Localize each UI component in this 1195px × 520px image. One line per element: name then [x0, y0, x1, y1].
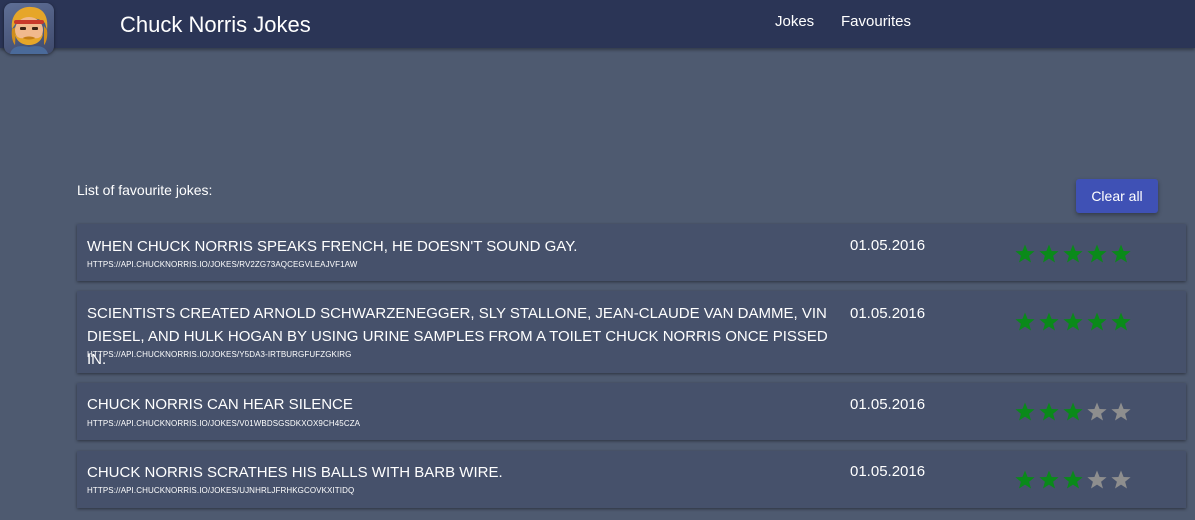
star-icon[interactable]: [1038, 401, 1060, 423]
star-icon[interactable]: [1062, 469, 1084, 491]
joke-date: 01.05.2016: [850, 237, 926, 254]
star-rating: [1014, 469, 1132, 491]
joke-card: When Chuck Norris speaks french, he does…: [77, 224, 1186, 281]
star-icon[interactable]: [1110, 243, 1132, 265]
joke-card: Scientists created Arnold Schwarzenegger…: [77, 291, 1186, 373]
star-icon[interactable]: [1038, 311, 1060, 333]
star-icon[interactable]: [1062, 401, 1084, 423]
star-icon[interactable]: [1014, 243, 1036, 265]
joke-text: Chuck Norris scrathes his balls with bar…: [87, 464, 503, 481]
joke-url: https://api.chucknorris.io/jokes/v01wbds…: [87, 419, 361, 428]
joke-date: 01.05.2016: [850, 463, 926, 480]
star-icon[interactable]: [1014, 311, 1036, 333]
star-rating: [1014, 311, 1132, 333]
star-icon[interactable]: [1062, 311, 1084, 333]
joke-date: 01.05.2016: [850, 396, 926, 413]
favourites-list-title: List of favourite jokes:: [77, 182, 213, 198]
star-icon[interactable]: [1110, 469, 1132, 491]
clear-all-button[interactable]: Clear all: [1076, 179, 1158, 213]
top-app-bar: Chuck Norris Jokes Jokes Favourites: [0, 0, 1195, 54]
joke-date: 01.05.2016: [850, 305, 926, 322]
star-rating: [1014, 243, 1132, 265]
nav-link-jokes[interactable]: Jokes: [775, 13, 814, 31]
nav-link-favourites[interactable]: Favourites: [841, 13, 911, 31]
star-icon[interactable]: [1014, 401, 1036, 423]
star-icon[interactable]: [1014, 469, 1036, 491]
star-icon[interactable]: [1110, 311, 1132, 333]
joke-text: When Chuck Norris speaks french, he does…: [87, 238, 578, 255]
star-icon[interactable]: [1062, 243, 1084, 265]
star-icon[interactable]: [1086, 401, 1108, 423]
joke-url: https://api.chucknorris.io/jokes/ujnhrlj…: [87, 486, 355, 495]
joke-card: Chuck Norris can hear silence https://ap…: [77, 383, 1186, 440]
joke-text: Scientists created Arnold Schwarzenegger…: [87, 305, 828, 368]
star-icon[interactable]: [1086, 311, 1108, 333]
joke-url: https://api.chucknorris.io/jokes/y5da3-i…: [87, 350, 352, 359]
star-icon[interactable]: [1038, 243, 1060, 265]
star-icon[interactable]: [1038, 469, 1060, 491]
star-icon[interactable]: [1110, 401, 1132, 423]
joke-url: https://api.chucknorris.io/jokes/rv2zg73…: [87, 260, 358, 269]
star-icon[interactable]: [1086, 469, 1108, 491]
star-rating: [1014, 401, 1132, 423]
joke-text: Chuck Norris can hear silence: [87, 396, 353, 413]
star-icon[interactable]: [1086, 243, 1108, 265]
app-title: Chuck Norris Jokes: [120, 12, 311, 37]
joke-card: Chuck Norris scrathes his balls with bar…: [77, 451, 1186, 508]
app-logo-avatar-icon[interactable]: [4, 3, 54, 54]
